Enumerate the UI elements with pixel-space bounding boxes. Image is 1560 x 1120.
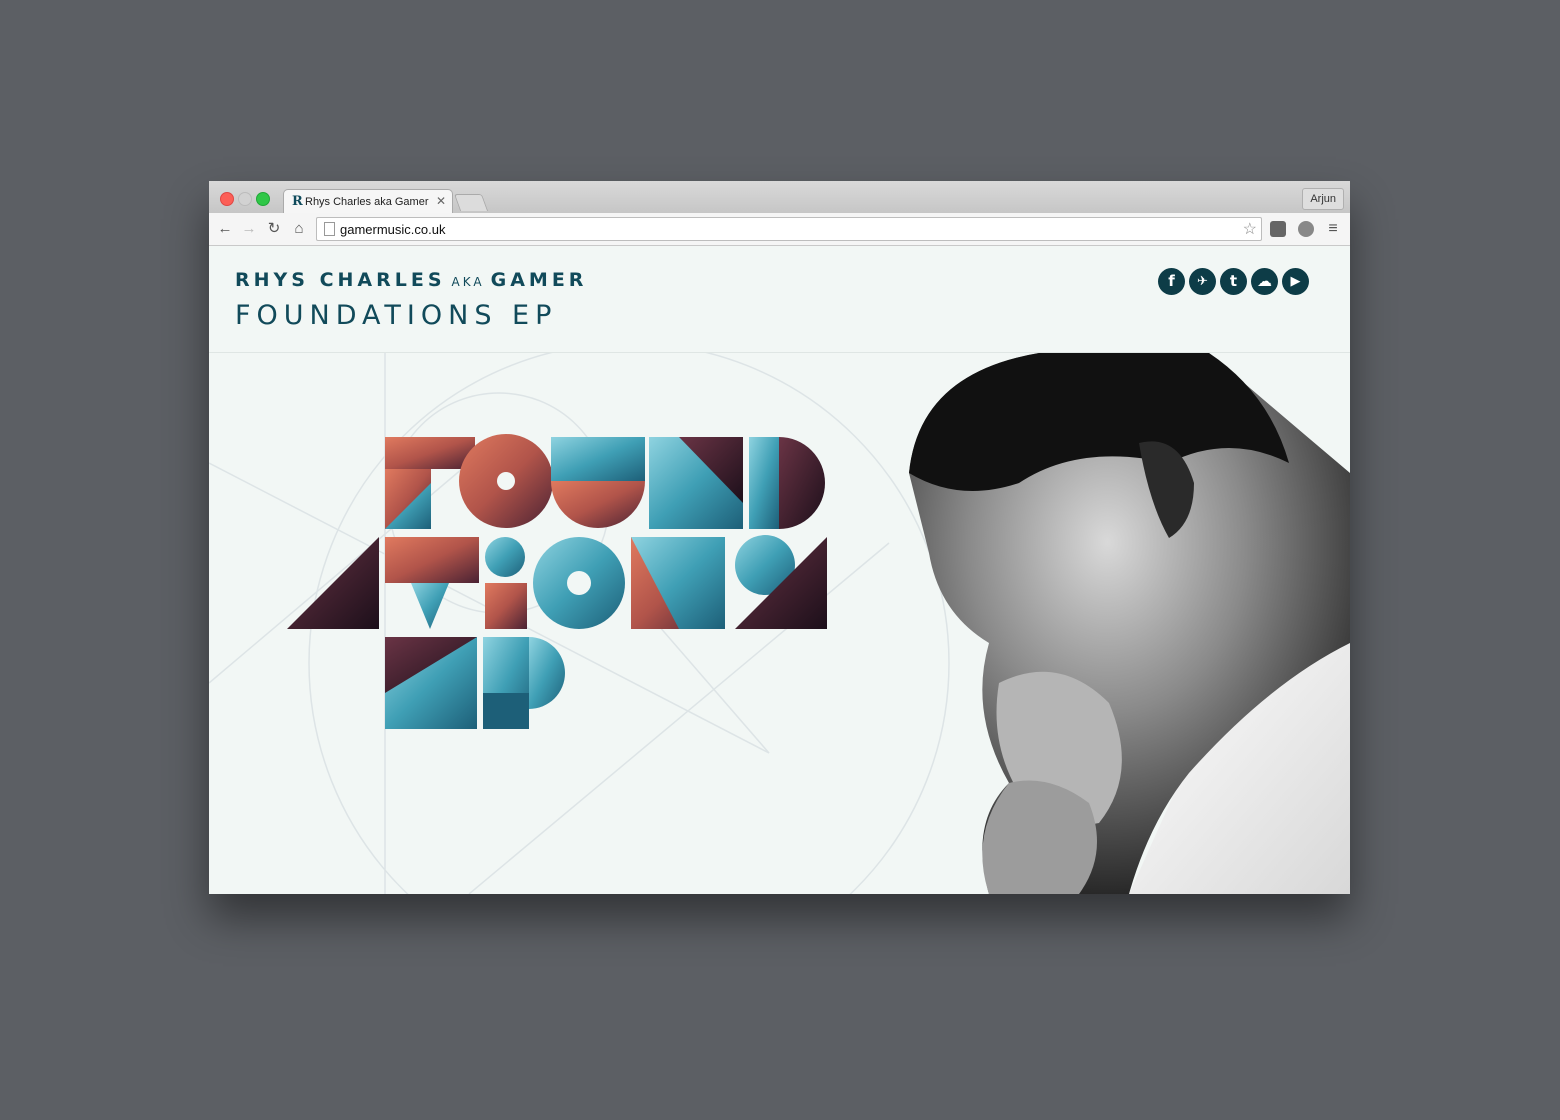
pocket-icon[interactable] [1270, 221, 1286, 237]
tab-title: Rhys Charles aka Gamer [305, 196, 429, 208]
new-tab-button[interactable] [453, 194, 489, 211]
artist-portrait-image [909, 353, 1350, 894]
address-bar[interactable]: gamermusic.co.uk ☆ [316, 217, 1262, 241]
profile-button[interactable]: Arjun [1302, 188, 1344, 210]
star-icon[interactable]: ☆ [1243, 219, 1257, 239]
title-bar: R Rhys Charles aka Gamer ✕ Arjun [209, 181, 1350, 214]
web-page: RHYS CHARLES AKA GAMER FOUNDATIONS EP f ✈ … [209, 246, 1350, 894]
twitter-icon[interactable]: ✈ [1189, 268, 1216, 295]
soundcloud-icon[interactable]: ☁ [1251, 268, 1278, 295]
reload-icon[interactable]: ↻ [264, 219, 284, 239]
home-icon[interactable]: ⌂ [289, 219, 309, 239]
logo-row-ep [385, 637, 565, 729]
zoom-window-button[interactable] [256, 192, 270, 206]
forward-icon[interactable]: → [239, 219, 259, 239]
logo-row-found [385, 434, 825, 529]
site-header: RHYS CHARLES AKA GAMER FOUNDATIONS EP f ✈ … [209, 246, 1350, 353]
browser-window: R Rhys Charles aka Gamer ✕ Arjun ← → ↻ ⌂… [209, 181, 1350, 894]
artist-name-heading: RHYS CHARLES AKA GAMER [235, 269, 587, 291]
back-icon[interactable]: ← [215, 219, 235, 239]
tumblr-icon[interactable]: t [1220, 268, 1247, 295]
menu-icon[interactable]: ≡ [1323, 219, 1343, 239]
url-text: gamermusic.co.uk [340, 222, 446, 237]
foundations-ep-logo [287, 434, 827, 729]
artist-alias: GAMER [490, 269, 588, 291]
browser-toolbar: ← → ↻ ⌂ gamermusic.co.uk ☆ ≡ [209, 213, 1350, 246]
artist-name: RHYS CHARLES [235, 269, 446, 291]
extension-icon[interactable] [1298, 221, 1314, 237]
close-window-button[interactable] [220, 192, 234, 206]
tab-active[interactable]: R Rhys Charles aka Gamer ✕ [283, 189, 453, 214]
facebook-icon[interactable]: f [1158, 268, 1185, 295]
social-links: f ✈ t ☁ ▶ [1154, 268, 1309, 296]
minimize-window-button[interactable] [238, 192, 252, 206]
favicon-icon: R [292, 194, 303, 209]
tab-close-icon[interactable]: ✕ [436, 194, 446, 208]
page-icon [324, 222, 335, 236]
hero-section [209, 353, 1350, 894]
aka-label: AKA [451, 275, 485, 289]
youtube-icon[interactable]: ▶ [1282, 268, 1309, 295]
release-title: FOUNDATIONS EP [235, 300, 558, 331]
logo-row-ations [287, 535, 827, 629]
